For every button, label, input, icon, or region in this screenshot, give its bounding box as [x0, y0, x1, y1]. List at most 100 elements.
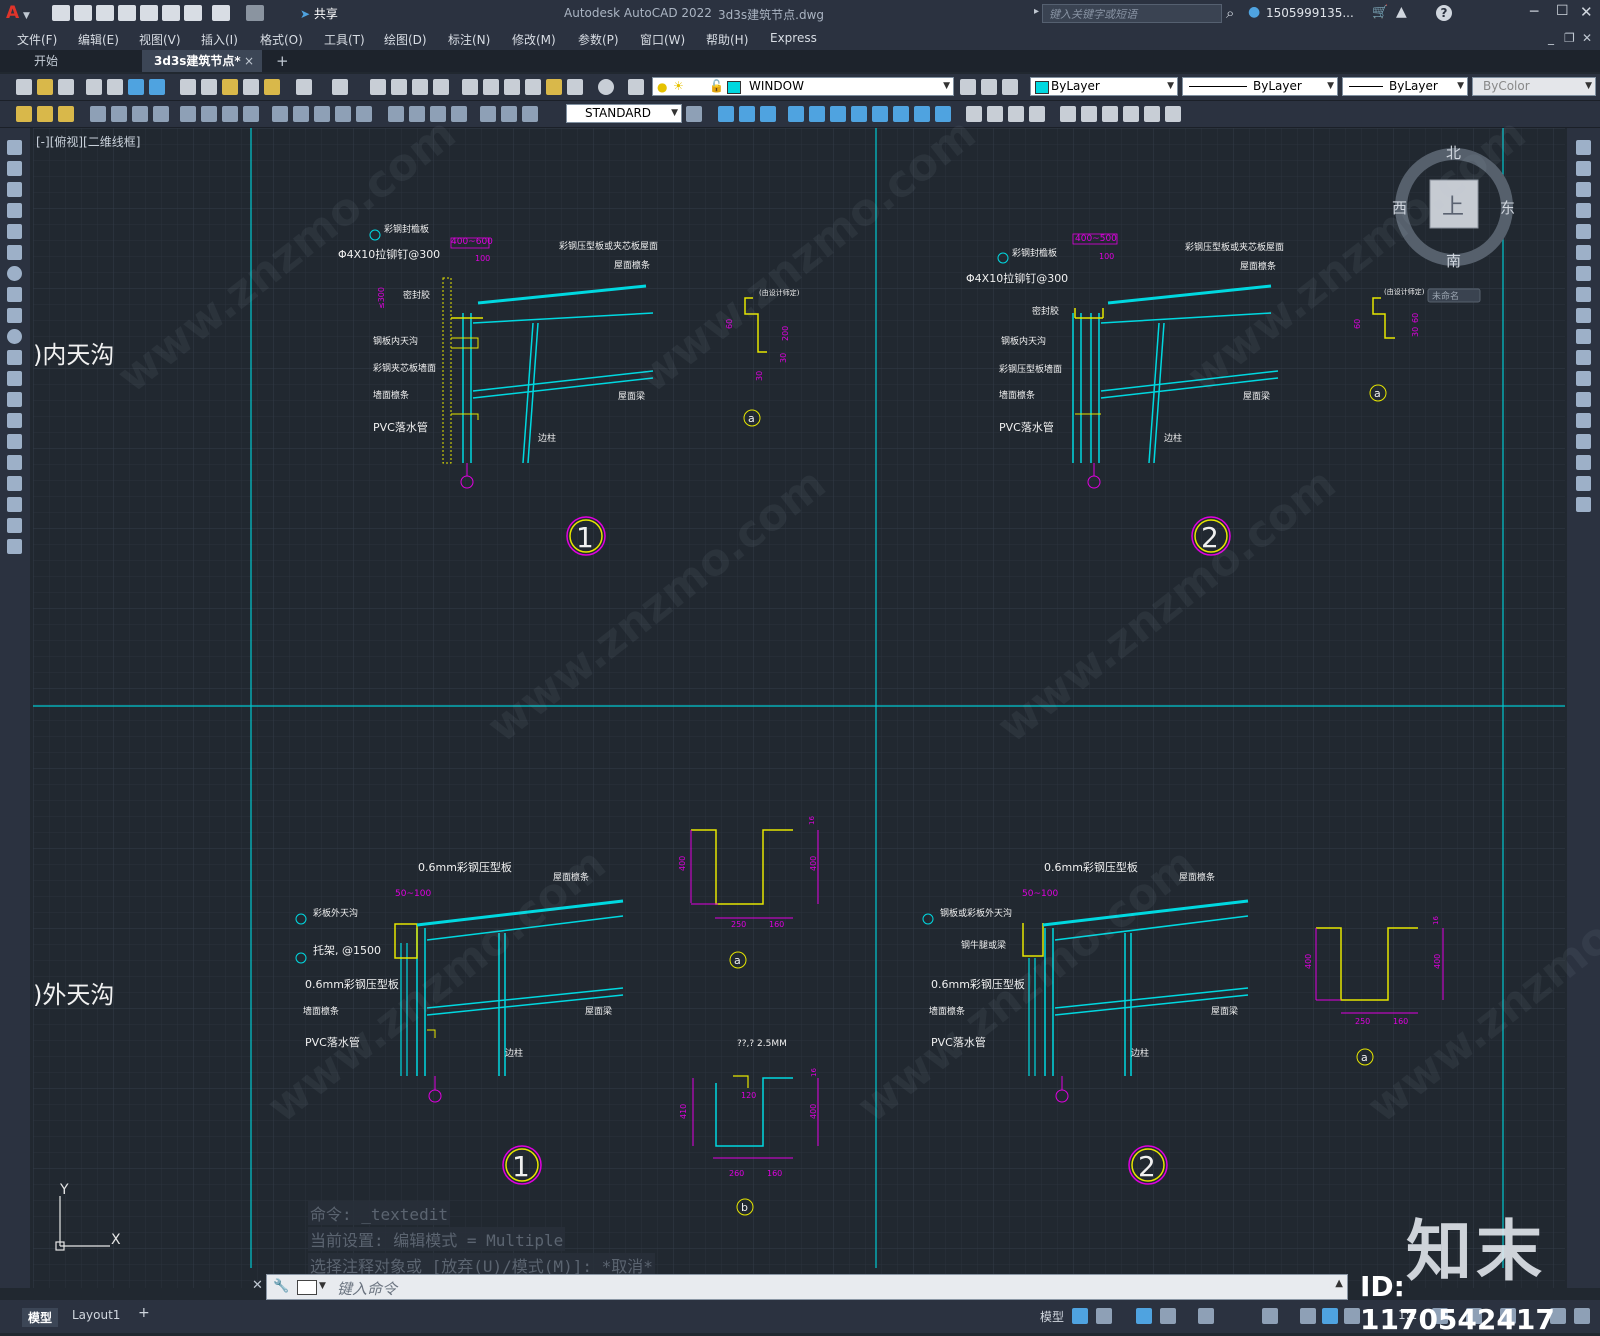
circle-icon[interactable] — [7, 266, 22, 281]
doc-minimize-icon[interactable]: _ — [1548, 31, 1554, 45]
autoscale-icon[interactable] — [1344, 1308, 1360, 1324]
menu-parametric[interactable]: 参数(P) — [578, 31, 619, 48]
dim-angular-icon[interactable] — [243, 106, 259, 122]
command-line[interactable]: 🔧 ▼ 键入命令 ▲ — [266, 1274, 1348, 1300]
dim-continue-icon[interactable] — [314, 106, 330, 122]
quick-dim-icon[interactable] — [272, 106, 288, 122]
layer-properties-icon[interactable] — [628, 79, 644, 95]
dim-ordinate-icon[interactable] — [153, 106, 169, 122]
grid-icon[interactable] — [1072, 1308, 1088, 1324]
region-icon[interactable] — [7, 476, 22, 491]
search-expand-icon[interactable]: ▸ — [1034, 6, 1039, 17]
tool-palettes-icon[interactable] — [504, 79, 520, 95]
close-icon[interactable]: ✕ — [1580, 3, 1593, 21]
copy-object-icon[interactable] — [1576, 161, 1591, 176]
modify-tool-17-icon[interactable] — [1081, 106, 1097, 122]
linetype-combo[interactable]: ByLayer ▼ — [1182, 77, 1338, 96]
open-file-icon[interactable] — [74, 5, 92, 21]
hatch-icon[interactable] — [7, 434, 22, 449]
snap-icon[interactable] — [1096, 1308, 1112, 1324]
stretch-icon[interactable] — [1576, 308, 1591, 323]
modify-tool-15-icon[interactable] — [1029, 106, 1045, 122]
construction-line-icon[interactable] — [7, 161, 22, 176]
modify-tool-4-icon[interactable] — [788, 106, 804, 122]
help-icon[interactable]: ? — [1436, 5, 1452, 21]
modify-tool-13-icon[interactable] — [987, 106, 1003, 122]
explode-icon[interactable] — [1576, 497, 1591, 512]
command-line-grip[interactable]: ✕ — [250, 1274, 266, 1300]
menu-window[interactable]: 窗口(W) — [640, 31, 685, 48]
rectangle-icon[interactable] — [7, 224, 22, 239]
modify-tool-10-icon[interactable] — [914, 106, 930, 122]
menu-edit[interactable]: 编辑(E) — [78, 31, 119, 48]
dim-tool-2-icon[interactable] — [37, 106, 53, 122]
save-icon[interactable] — [96, 5, 114, 21]
dim-text-edit-icon[interactable] — [501, 106, 517, 122]
3dprint-icon[interactable] — [149, 79, 165, 95]
app-logo[interactable]: A ▼ — [6, 3, 32, 25]
menu-tools[interactable]: 工具(T) — [324, 31, 365, 48]
scroll-up-icon[interactable]: ▲ — [1335, 1278, 1343, 1289]
wrench-icon[interactable]: 🔧 — [273, 1279, 289, 1294]
new-file-icon[interactable] — [52, 5, 70, 21]
rotate-icon[interactable] — [1576, 266, 1591, 281]
add-layout-button[interactable]: + — [138, 1305, 150, 1321]
tab-start[interactable]: 开始 — [22, 50, 142, 72]
plot-icon[interactable] — [184, 5, 202, 21]
make-current-icon[interactable] — [960, 79, 976, 95]
zoom-previous-icon[interactable] — [433, 79, 449, 95]
zoom-window-icon[interactable] — [412, 79, 428, 95]
redo-icon[interactable] — [246, 5, 264, 21]
dim-style-icon[interactable] — [686, 106, 702, 122]
annotation-visibility-icon[interactable] — [1322, 1308, 1338, 1324]
ellipse-arc-icon[interactable] — [7, 350, 22, 365]
scale-icon[interactable] — [1576, 287, 1591, 302]
layer-combo[interactable]: ● ☀ 🔓 WINDOW ▼ — [652, 77, 954, 96]
dim-aligned-icon[interactable] — [111, 106, 127, 122]
layer-states-icon[interactable] — [1002, 79, 1018, 95]
qnew-icon[interactable] — [16, 79, 32, 95]
mirror-icon[interactable] — [1576, 182, 1591, 197]
modify-tool-7-icon[interactable] — [851, 106, 867, 122]
tab-model[interactable]: 模型 — [22, 1308, 59, 1327]
search-input[interactable]: 键入关键字或短语 — [1042, 4, 1222, 23]
undo-icon[interactable] — [296, 79, 312, 95]
dim-radius-icon[interactable] — [180, 106, 196, 122]
modify-tool-3-icon[interactable] — [760, 106, 776, 122]
move-icon[interactable] — [1576, 245, 1591, 260]
dim-break-icon[interactable] — [356, 106, 372, 122]
ellipse-icon[interactable] — [7, 329, 22, 344]
textstyle-combo[interactable]: STANDARD ▼ — [566, 104, 682, 123]
polygon-icon[interactable] — [7, 203, 22, 218]
break-icon[interactable] — [1576, 392, 1591, 407]
dim-edit-icon[interactable] — [480, 106, 496, 122]
print-icon[interactable] — [86, 79, 102, 95]
menu-view[interactable]: 视图(V) — [139, 31, 181, 48]
fillet-icon[interactable] — [1576, 455, 1591, 470]
publish-icon[interactable] — [128, 79, 144, 95]
open-web-icon[interactable] — [140, 5, 158, 21]
join-icon[interactable] — [1576, 413, 1591, 428]
calculator-icon[interactable] — [567, 79, 583, 95]
search-icon[interactable]: ⌕ — [1226, 4, 1234, 22]
dim-arc-icon[interactable] — [132, 106, 148, 122]
modify-tool-2-icon[interactable] — [739, 106, 755, 122]
menu-insert[interactable]: 插入(I) — [201, 31, 238, 48]
tab-active-drawing[interactable]: 3d3s建筑节点* × — [142, 50, 262, 72]
plotstyle-combo[interactable]: ByColor ▼ — [1472, 77, 1596, 96]
dim-linear-icon[interactable] — [90, 106, 106, 122]
extend-icon[interactable] — [1576, 350, 1591, 365]
modify-tool-12-icon[interactable] — [966, 106, 982, 122]
open-icon[interactable] — [37, 79, 53, 95]
polar-icon[interactable] — [1160, 1308, 1176, 1324]
lineweight-icon[interactable] — [1300, 1308, 1316, 1324]
minimize-icon[interactable]: ─ — [1530, 4, 1538, 20]
menu-draw[interactable]: 绘图(D) — [384, 31, 427, 48]
command-prompt-icon[interactable] — [297, 1280, 317, 1295]
dim-update-icon[interactable] — [522, 106, 538, 122]
modify-tool-18-icon[interactable] — [1102, 106, 1118, 122]
jogged-linear-icon[interactable] — [451, 106, 467, 122]
arc-icon[interactable] — [7, 245, 22, 260]
modify-tool-6-icon[interactable] — [830, 106, 846, 122]
table-icon[interactable] — [7, 497, 22, 512]
